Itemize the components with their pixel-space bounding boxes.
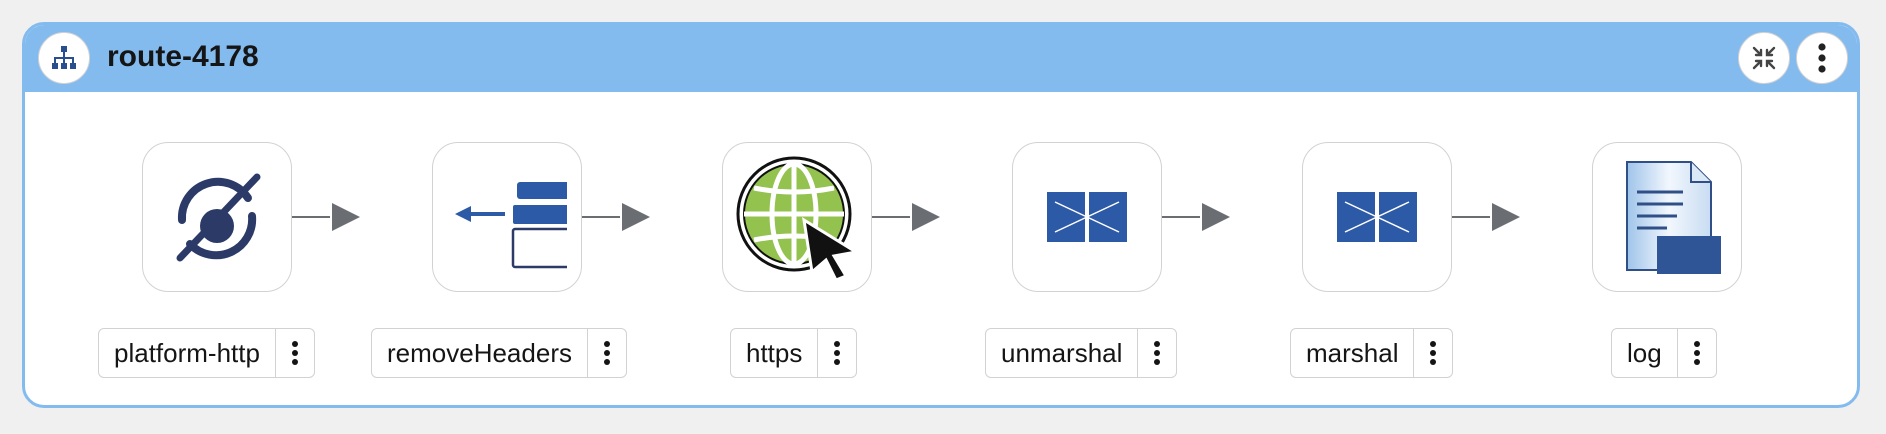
globe-cursor-icon	[736, 156, 861, 282]
platform-http-icon	[176, 173, 261, 262]
edge-4-arrowhead	[1202, 203, 1230, 231]
node-label-text: marshal	[1306, 337, 1399, 368]
node-menu-button[interactable]	[1137, 329, 1176, 377]
route-container: route-4178 platform-http removeHeaders h…	[22, 22, 1860, 408]
node-label-text: unmarshal	[1001, 337, 1123, 368]
node-label-log[interactable]: log	[1611, 328, 1717, 378]
node-unmarshal[interactable]	[1012, 142, 1162, 292]
node-menu-button[interactable]	[817, 329, 856, 377]
node-label-text: log	[1627, 337, 1662, 368]
marshal-icon	[1337, 192, 1417, 242]
edge-2-arrowhead	[622, 203, 650, 231]
unmarshal-icon	[1047, 192, 1127, 242]
node-label-platform-http[interactable]: platform-http	[98, 328, 315, 378]
node-menu-button[interactable]	[274, 329, 314, 377]
node-label-https[interactable]: https	[730, 328, 858, 378]
node-label-text: removeHeaders	[387, 337, 572, 368]
node-label-text: platform-http	[114, 337, 260, 368]
node-platform-http[interactable]	[142, 142, 292, 292]
node-marshal[interactable]	[1302, 142, 1452, 292]
kebab-menu-icon	[1693, 341, 1700, 365]
edge-1-arrowhead	[332, 203, 360, 231]
kebab-menu-icon	[1154, 341, 1161, 365]
node-remove-headers[interactable]	[432, 142, 582, 292]
node-label-remove-headers[interactable]: removeHeaders	[371, 328, 627, 378]
node-https[interactable]	[722, 142, 872, 292]
remove-headers-icon	[455, 182, 567, 269]
edge-3-arrowhead	[912, 203, 940, 231]
node-label-marshal[interactable]: marshal	[1290, 328, 1454, 378]
kebab-menu-icon	[291, 341, 298, 365]
node-menu-button[interactable]	[586, 329, 626, 377]
node-menu-button[interactable]	[1413, 329, 1452, 377]
node-label-text: https	[746, 337, 803, 368]
log-icon	[1626, 161, 1721, 274]
kebab-menu-icon	[834, 341, 841, 365]
node-menu-button[interactable]	[1676, 329, 1716, 377]
edge-5-arrowhead	[1492, 203, 1520, 231]
kebab-menu-icon	[603, 341, 610, 365]
kebab-menu-icon	[1430, 341, 1437, 365]
node-log[interactable]	[1592, 142, 1742, 292]
node-label-unmarshal[interactable]: unmarshal	[985, 328, 1178, 378]
